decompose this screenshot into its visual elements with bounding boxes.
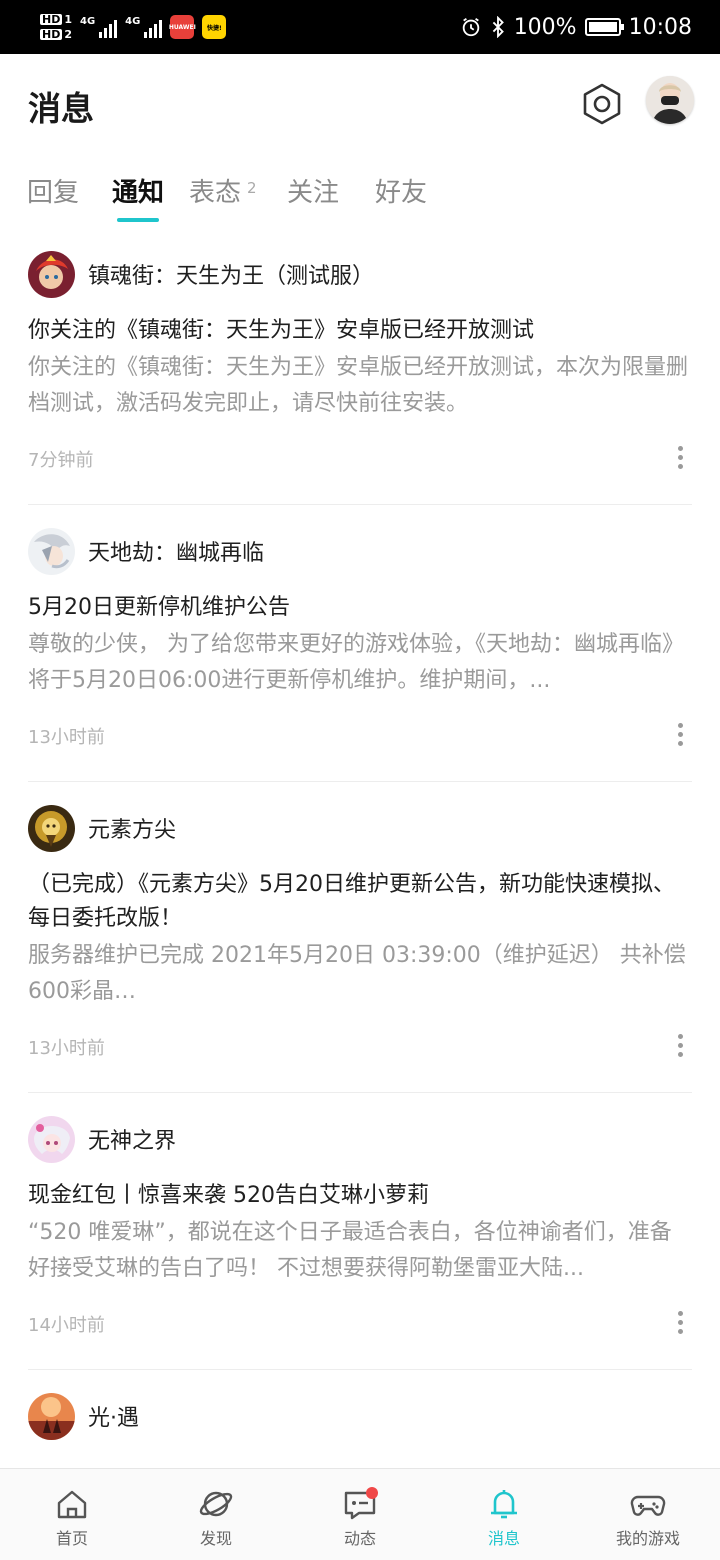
message-time: 14小时前 <box>28 1315 105 1336</box>
planet-icon <box>199 1491 233 1517</box>
settings-button[interactable] <box>580 82 624 126</box>
message-body: 尊敬的少侠， 为了给您带来更好的游戏体验，《天地劫：幽城再临》将于5月20日06… <box>28 632 684 693</box>
battery-icon <box>584 18 624 36</box>
game-name: 无神之界 <box>88 1129 177 1154</box>
tab-reaction[interactable]: 表态 2 <box>189 172 257 209</box>
message-title: 现金红包丨惊喜来袭 520告白艾琳小萝莉 <box>28 1183 429 1208</box>
tab-reaction-badge: 2 <box>247 179 257 197</box>
tab-follow[interactable]: 关注 <box>287 172 339 209</box>
bell-icon <box>491 1490 517 1519</box>
bluetooth-icon <box>492 16 504 38</box>
game-name: 元素方尖 <box>88 818 177 843</box>
message-title: 你关注的《镇魂街：天生为王》安卓版已经开放测试 <box>28 318 535 343</box>
message-title: （已完成）《元素方尖》5月20日维护更新公告，新功能快速模拟、每日委托改版！ <box>28 872 675 931</box>
alarm-icon <box>462 17 479 37</box>
nav-my-games[interactable]: 我的游戏 <box>576 1469 720 1560</box>
message-list: 镇魂街：天生为王（测试服） 你关注的《镇魂街：天生为王》安卓版已经开放测试 你关… <box>28 230 692 1440</box>
page-title: 消息 <box>28 89 94 128</box>
hd1-sub: 1 <box>64 13 72 26</box>
header: 消息 <box>0 54 720 154</box>
message-body: 服务器维护已完成 2021年5月20日 03:39:00（维护延迟） 共补偿60… <box>28 943 686 1004</box>
more-options-icon[interactable] <box>670 1030 690 1060</box>
nav-discover-label: 发现 <box>199 1529 232 1548</box>
hd-indicators: HD 1 HD 2 <box>40 14 72 40</box>
signal-2-icon: 4G <box>125 16 163 38</box>
tab-active-indicator <box>117 218 159 222</box>
tab-notice-label: 通知 <box>112 178 165 208</box>
game-avatar[interactable] <box>28 1115 75 1163</box>
home-icon <box>57 1490 87 1519</box>
clock: 10:08 <box>628 14 692 40</box>
signal-1-icon: 4G <box>80 16 118 38</box>
user-avatar[interactable] <box>646 76 694 124</box>
nav-home[interactable]: 首页 <box>0 1469 144 1560</box>
settings-hexagon-icon <box>583 83 621 125</box>
nav-feed-label: 动态 <box>343 1529 376 1548</box>
nav-discover[interactable]: 发现 <box>144 1469 288 1560</box>
message-body: 你关注的《镇魂街：天生为王》安卓版已经开放测试，本次为限量删档测试，激活码发完即… <box>28 355 689 416</box>
tab-bar: 回复 通知 表态 2 关注 好友 <box>0 160 720 230</box>
message-time: 7分钟前 <box>28 450 94 471</box>
tab-notice[interactable]: 通知 <box>112 172 164 209</box>
message-card[interactable]: 元素方尖 （已完成）《元素方尖》5月20日维护更新公告，新功能快速模拟、每日委托… <box>28 804 692 1093</box>
game-avatar[interactable] <box>28 250 75 298</box>
notification-dot <box>366 1487 378 1499</box>
gamepad-icon <box>630 1495 666 1516</box>
status-bar: HD 1 HD 2 4G 4G HUAWEI 快捷! 100% 10:08 <box>0 0 720 54</box>
tab-reply-label: 回复 <box>27 178 80 208</box>
hd2-label: HD <box>40 28 63 41</box>
network-type-1: 4G <box>80 16 96 27</box>
tab-friends[interactable]: 好友 <box>375 172 427 209</box>
nav-feed[interactable]: 动态 <box>288 1469 432 1560</box>
game-name: 镇魂街：天生为王（测试服） <box>88 264 375 289</box>
hd1-label: HD <box>40 13 63 26</box>
tab-friends-label: 好友 <box>375 178 428 208</box>
game-name: 天地劫：幽城再临 <box>88 541 265 566</box>
game-avatar[interactable] <box>28 804 75 852</box>
network-type-2: 4G <box>125 16 141 27</box>
hd2-sub: 2 <box>64 28 72 41</box>
battery-percent: 100% <box>513 14 577 40</box>
game-avatar[interactable] <box>28 1392 75 1440</box>
nav-messages[interactable]: 消息 <box>432 1469 576 1560</box>
tab-reply[interactable]: 回复 <box>27 172 79 209</box>
message-card[interactable]: 光·遇 <box>28 1392 692 1440</box>
message-card[interactable]: 天地劫：幽城再临 5月20日更新停机维护公告 尊敬的少侠， 为了给您带来更好的游… <box>28 527 692 782</box>
kuai-label: 快捷! <box>206 24 222 32</box>
game-avatar[interactable] <box>28 527 75 575</box>
huawei-app-icon: HUAWEI <box>168 15 196 39</box>
game-name: 光·遇 <box>88 1406 139 1431</box>
message-card[interactable]: 无神之界 现金红包丨惊喜来袭 520告白艾琳小萝莉 “520 唯爱琳”，都说在这… <box>28 1115 692 1370</box>
message-card[interactable]: 镇魂街：天生为王（测试服） 你关注的《镇魂街：天生为王》安卓版已经开放测试 你关… <box>28 250 692 505</box>
message-title: 5月20日更新停机维护公告 <box>28 595 290 620</box>
tab-reaction-label: 表态 <box>189 178 242 208</box>
more-options-icon[interactable] <box>670 442 690 472</box>
more-options-icon[interactable] <box>670 719 690 749</box>
kuai-app-icon: 快捷! <box>202 15 227 39</box>
message-body: “520 唯爱琳”，都说在这个日子最适合表白，各位神谕者们，准备好接受艾琳的告白… <box>28 1220 672 1281</box>
nav-messages-label: 消息 <box>487 1529 520 1548</box>
huawei-label: HUAWEI <box>168 23 196 31</box>
tab-follow-label: 关注 <box>287 178 340 208</box>
message-time: 13小时前 <box>28 727 105 748</box>
nav-my-games-label: 我的游戏 <box>615 1529 680 1548</box>
bottom-nav: 首页 发现 动态 消息 我的游戏 <box>0 1468 720 1560</box>
more-options-icon[interactable] <box>670 1307 690 1337</box>
avatar-image <box>646 76 694 124</box>
message-time: 13小时前 <box>28 1038 105 1059</box>
nav-home-label: 首页 <box>55 1529 88 1548</box>
